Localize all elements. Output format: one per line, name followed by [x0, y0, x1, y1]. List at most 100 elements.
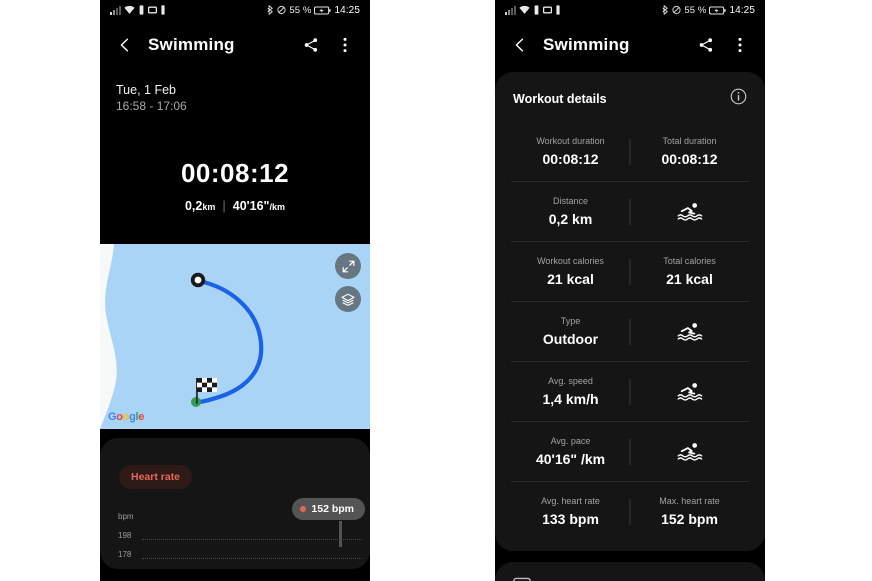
nfc-icon [161, 5, 165, 15]
cellular-signal-icon [505, 6, 516, 15]
detail-label: Distance [552, 195, 588, 206]
column-divider [629, 258, 631, 285]
detail-col-right: Total duration 00:08:12 [630, 132, 749, 170]
left-phone-screen: 55 % 14:25 Swimming Tue, 1 Feb 16:58 - 1… [100, 0, 370, 581]
heart-rate-gridline [142, 539, 362, 540]
detail-col-right [630, 372, 749, 410]
map-layers-icon [341, 293, 355, 306]
status-bar-right-right-icons: 55 % 14:25 [661, 5, 755, 16]
wifi-icon [519, 5, 530, 14]
detail-value: 1,4 km/h [542, 390, 599, 407]
sdcard-icon [543, 6, 552, 14]
map-layers-button[interactable] [335, 286, 361, 312]
share-button[interactable] [695, 34, 717, 56]
cellular-signal-icon [110, 6, 121, 15]
detail-value: 40'16" /km [535, 450, 606, 467]
expand-map-button[interactable] [335, 253, 361, 279]
battery-percent-label: 55 % [289, 4, 312, 16]
info-button[interactable] [730, 88, 747, 110]
vibrate-icon [139, 5, 144, 15]
heart-rate-chip[interactable]: Heart rate [119, 465, 193, 489]
bluetooth-icon [267, 5, 274, 15]
detail-col-right: Total calories 21 kcal [630, 252, 749, 290]
heart-rate-axis-unit: bpm [118, 512, 134, 521]
status-bar-clock: 14:25 [334, 4, 360, 16]
detail-label: Avg. speed [548, 375, 593, 386]
workout-time-range: 16:58 - 17:06 [116, 99, 187, 113]
status-bar-right: 55 % 14:25 [495, 0, 765, 20]
column-divider [629, 318, 631, 345]
detail-row: Workout duration 00:08:12 Total duration 00… [511, 122, 749, 182]
detail-row: Distance 0,2 km [511, 182, 749, 242]
expand-map-icon [342, 260, 354, 272]
summary-pace-value: 40'16" [232, 198, 270, 213]
status-bar-clock: 14:25 [729, 4, 755, 16]
google-attribution: Google [108, 411, 145, 423]
map-canvas [100, 244, 370, 429]
summary-separator: | [222, 197, 226, 213]
heart-rate-axis-tick-row-2: 178 [118, 550, 370, 569]
detail-col-left: Avg. heart rate 133 bpm [511, 492, 630, 530]
detail-label: Type [560, 315, 581, 326]
detail-row: Workout calories 21 kcal Total calories 21 … [511, 242, 749, 302]
workout-details-panel: Workout details Workout duration 00:08:12… [495, 72, 765, 551]
swimmer-icon [677, 443, 702, 461]
column-divider [629, 498, 631, 525]
detail-value: 133 bpm [542, 510, 599, 527]
battery-percent-label: 55 % [684, 4, 707, 16]
summary-distance-unit: km [202, 201, 216, 212]
workout-date: Tue, 1 Feb [116, 83, 176, 97]
bluetooth-icon [662, 5, 669, 15]
workout-details-rows: Workout duration 00:08:12 Total duration 00… [495, 122, 765, 541]
route-map[interactable]: Google [100, 244, 370, 429]
summary-pace: 40'16"/km [233, 199, 285, 213]
heart-rate-card[interactable]: Heart rate 152 bpm bpm 198 178 [100, 438, 370, 569]
detail-value: 00:08:12 [661, 150, 718, 167]
page-title: Swimming [543, 35, 630, 54]
back-button[interactable] [509, 34, 531, 56]
share-button[interactable] [300, 34, 322, 56]
detail-label: Total calories [663, 255, 716, 266]
wifi-icon [124, 5, 135, 14]
images-label: Images [545, 578, 588, 581]
screenshot-stage: 55 % 14:25 Swimming Tue, 1 Feb 16:58 - 1… [0, 0, 872, 581]
detail-value: 21 kcal [547, 270, 594, 287]
column-divider [629, 198, 631, 225]
more-options-icon [738, 37, 742, 53]
column-divider [629, 378, 631, 405]
detail-value: 152 bpm [661, 510, 718, 527]
back-button[interactable] [114, 34, 136, 56]
detail-value: 00:08:12 [542, 150, 599, 167]
detail-row: Type Outdoor [511, 302, 749, 362]
more-options-button[interactable] [729, 34, 751, 56]
status-bar-left: 55 % 14:25 [100, 0, 370, 20]
workout-summary-card: 00:08:12 0,2km | 40'16"/km [100, 126, 370, 244]
detail-col-left: Type Outdoor [511, 312, 630, 350]
detail-value: Outdoor [542, 330, 599, 347]
battery-charging-icon [314, 5, 332, 15]
app-bar-right: Swimming [495, 20, 765, 70]
detail-col-right [630, 192, 749, 230]
status-bar-right-left-icons [505, 5, 561, 15]
detail-row: Avg. speed 1,4 km/h [511, 362, 749, 422]
page-title: Swimming [148, 35, 235, 54]
detail-col-left: Avg. speed 1,4 km/h [511, 372, 630, 410]
more-options-button[interactable] [334, 34, 356, 56]
workout-details-header: Workout details [495, 72, 765, 122]
detail-col-left: Distance 0,2 km [511, 192, 630, 230]
heart-rate-axis-tick-row: 198 [118, 531, 370, 550]
heart-rate-axis: bpm 198 178 [118, 512, 370, 569]
detail-label: Total duration [662, 135, 717, 146]
share-icon [699, 38, 713, 52]
mute-icon [277, 5, 287, 15]
workout-date-block: Tue, 1 Feb 16:58 - 17:06 [100, 70, 370, 122]
column-divider [629, 438, 631, 465]
status-bar-left-icons [110, 5, 166, 15]
more-options-icon [343, 37, 347, 53]
detail-row: Avg. pace 40'16" /km [511, 422, 749, 482]
detail-value: 0,2 km [548, 210, 593, 227]
status-bar-right-icons: 55 % 14:25 [266, 5, 360, 16]
summary-distance: 0,2km [185, 199, 215, 213]
heart-rate-gridline-2 [142, 558, 362, 559]
images-card[interactable]: Images [495, 562, 765, 581]
